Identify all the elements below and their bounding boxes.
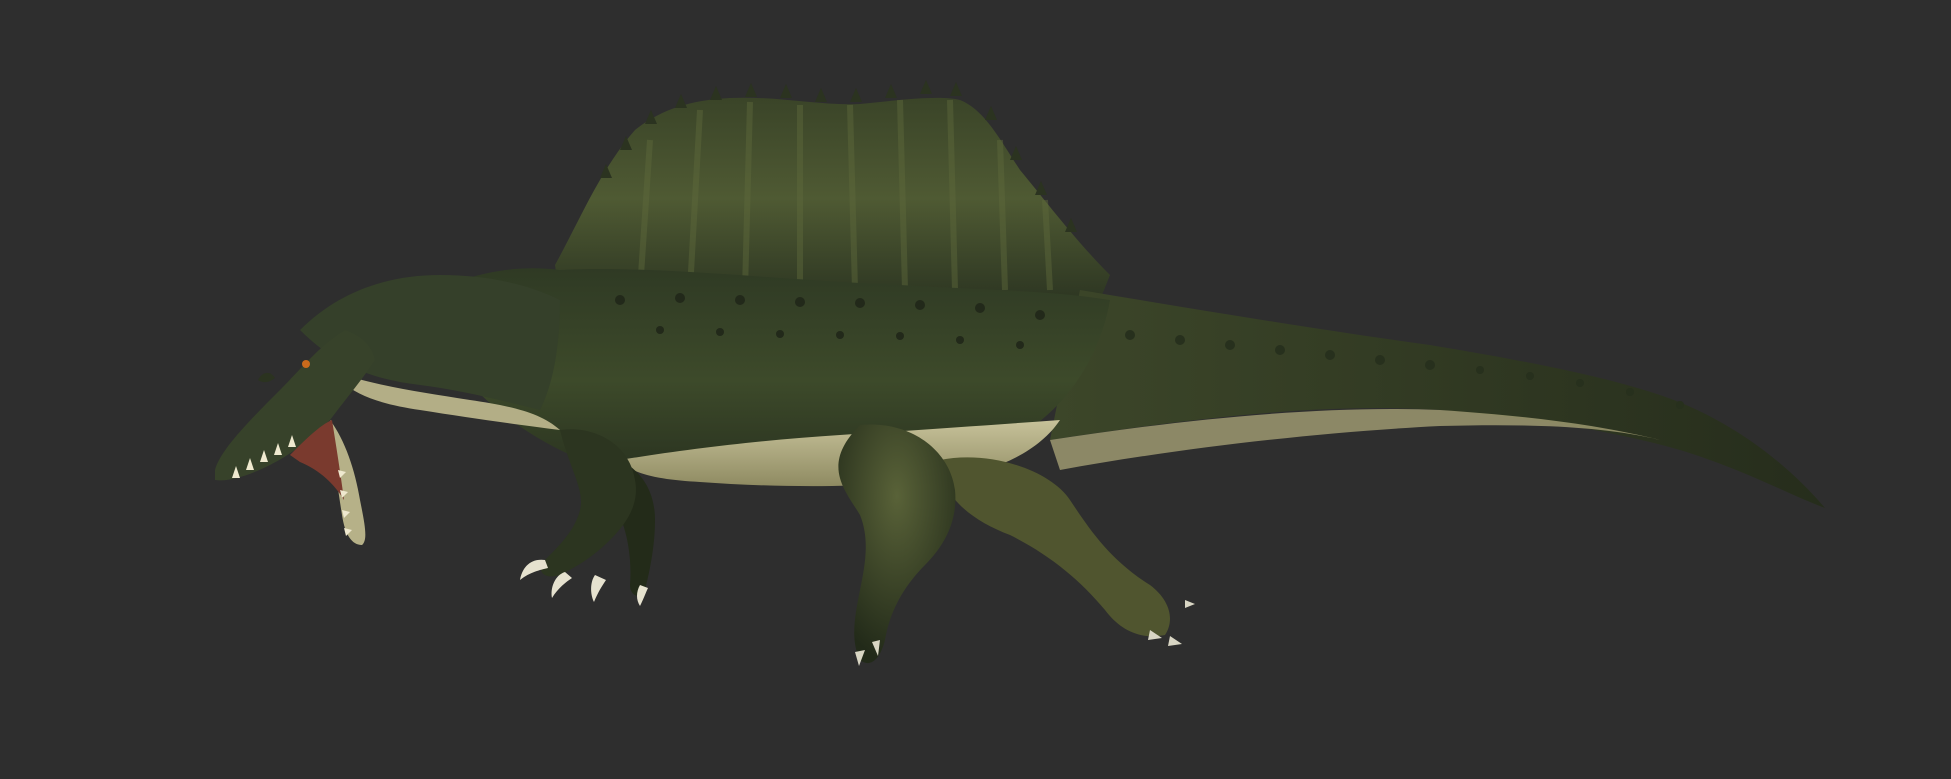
hind-leg-near <box>838 424 956 664</box>
eye <box>302 360 310 368</box>
render-viewport <box>0 0 1951 779</box>
tail <box>1050 290 1825 508</box>
nasal-crest <box>258 372 275 383</box>
front-arm-near <box>540 429 636 577</box>
front-claws <box>520 559 648 606</box>
hind-leg-far <box>940 457 1170 637</box>
spinosaurus-render <box>215 80 1825 666</box>
